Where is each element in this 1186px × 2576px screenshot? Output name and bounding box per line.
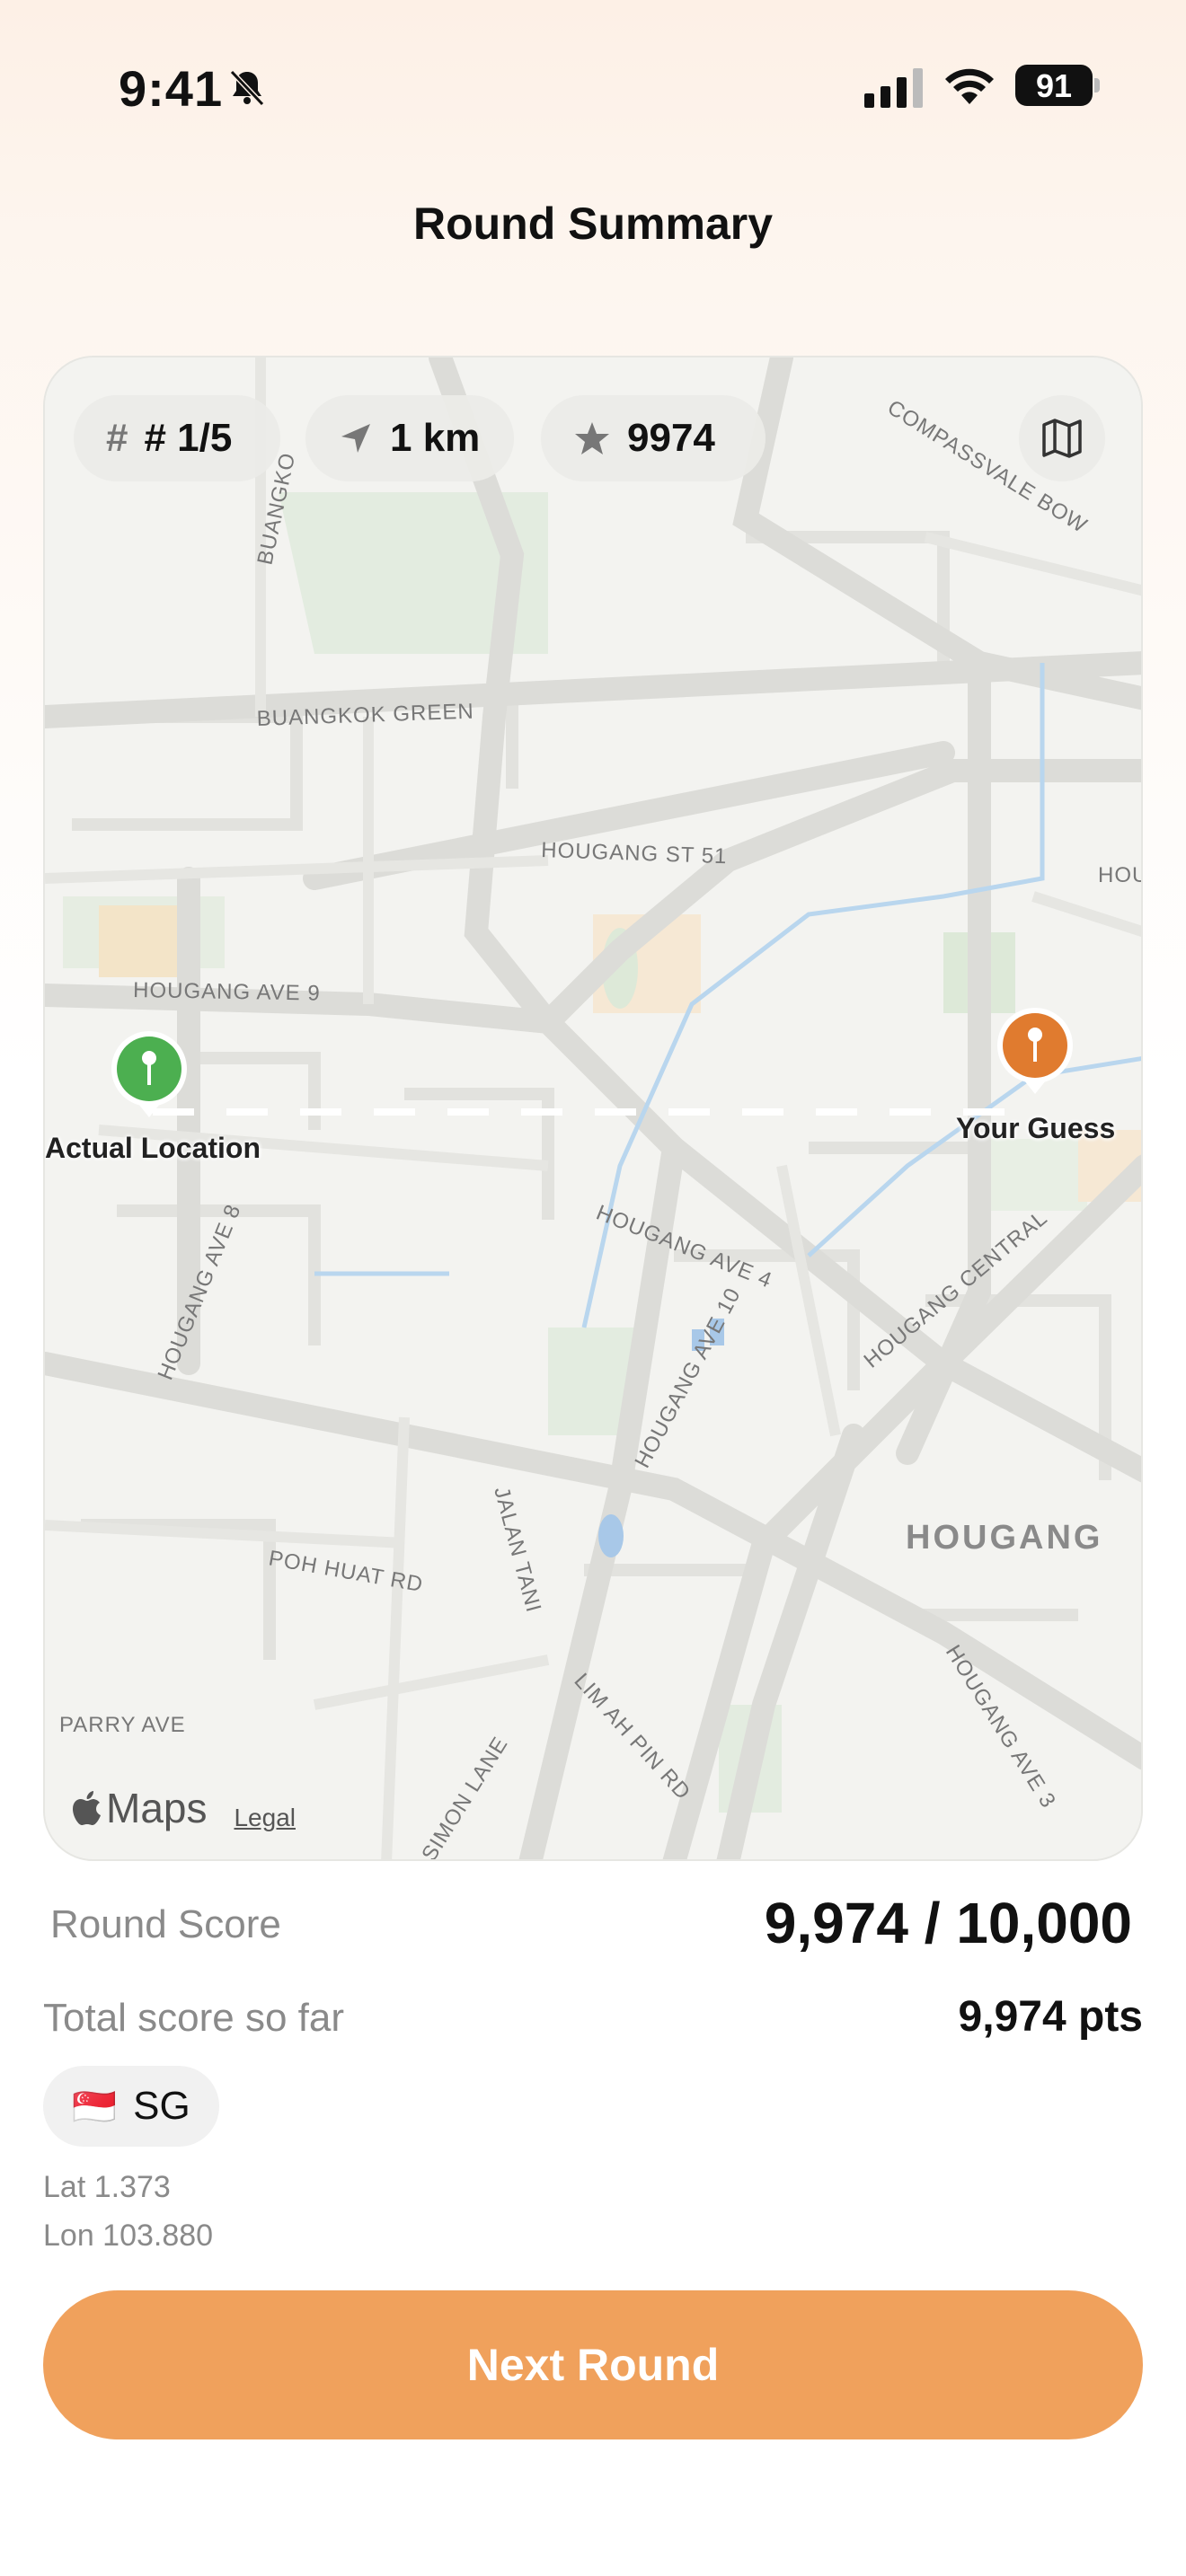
total-score-label: Total score so far [43, 1996, 345, 2040]
status-time: 9:41 [119, 60, 224, 117]
distance-value: 1 km [390, 416, 481, 460]
actual-location-label: Actual Location [45, 1132, 261, 1164]
battery-percentage: 91 [1035, 67, 1073, 104]
status-bar: 9:41 91 [0, 0, 1186, 171]
page-title: Round Summary [412, 198, 774, 249]
hash-icon: # [106, 416, 128, 460]
round-score-label: Round Score [50, 1902, 281, 1946]
next-round-button[interactable]: Next Round [43, 2290, 1143, 2439]
street-label: PARRY AVE [59, 1713, 186, 1737]
result-map[interactable]: BUANGKO BUANGKOK GREEN COMPASSVALE BOW H… [43, 356, 1143, 1861]
street-label: HOUGA [1098, 863, 1143, 887]
map-icon [1042, 419, 1082, 458]
score-chip: 9974 [541, 395, 766, 481]
star-icon [575, 422, 609, 454]
round-score-value: 9,974 / 10,000 [764, 1891, 1132, 1955]
singapore-flag-icon: 🇸🇬 [72, 2086, 118, 2127]
country-code: SG [133, 2084, 190, 2128]
cellular-signal-icon [864, 68, 923, 108]
round-chip: # # 1/5 [74, 395, 280, 481]
total-score-value: 9,974 pts [958, 1993, 1143, 2041]
actual-location-pin[interactable] [108, 1029, 190, 1119]
maps-brand-text: Maps [106, 1785, 208, 1831]
apple-logo-icon [73, 1791, 101, 1825]
country-badge: 🇸🇬 SG [43, 2066, 219, 2147]
location-arrow-icon [341, 424, 370, 453]
round-value: # 1/5 [144, 416, 233, 460]
maps-brand: Maps [72, 1784, 207, 1832]
score-value: 9974 [627, 416, 715, 460]
wifi-icon [945, 68, 994, 104]
street-label: HOUGANG AVE 9 [133, 978, 321, 1006]
area-label: HOUGANG [906, 1519, 1102, 1557]
maps-attribution: Maps Legal [72, 1784, 296, 1832]
guess-pin[interactable] [994, 1006, 1076, 1096]
latitude-text: Lat 1.373 [43, 2170, 171, 2204]
longitude-text: Lon 103.880 [43, 2219, 214, 2253]
map-mode-button[interactable] [1019, 395, 1105, 481]
battery-indicator: 91 [1015, 65, 1102, 106]
guess-label: Your Guess [956, 1112, 1116, 1144]
map-canvas: BUANGKO BUANGKOK GREEN COMPASSVALE BOW H… [45, 357, 1143, 1859]
distance-chip: 1 km [305, 395, 514, 481]
round-summary-screen: 9:41 91 Round Summary BUANGKO BUANGKOK G… [0, 0, 1186, 2576]
bell-slash-icon [229, 69, 265, 107]
legal-link[interactable]: Legal [234, 1804, 296, 1832]
